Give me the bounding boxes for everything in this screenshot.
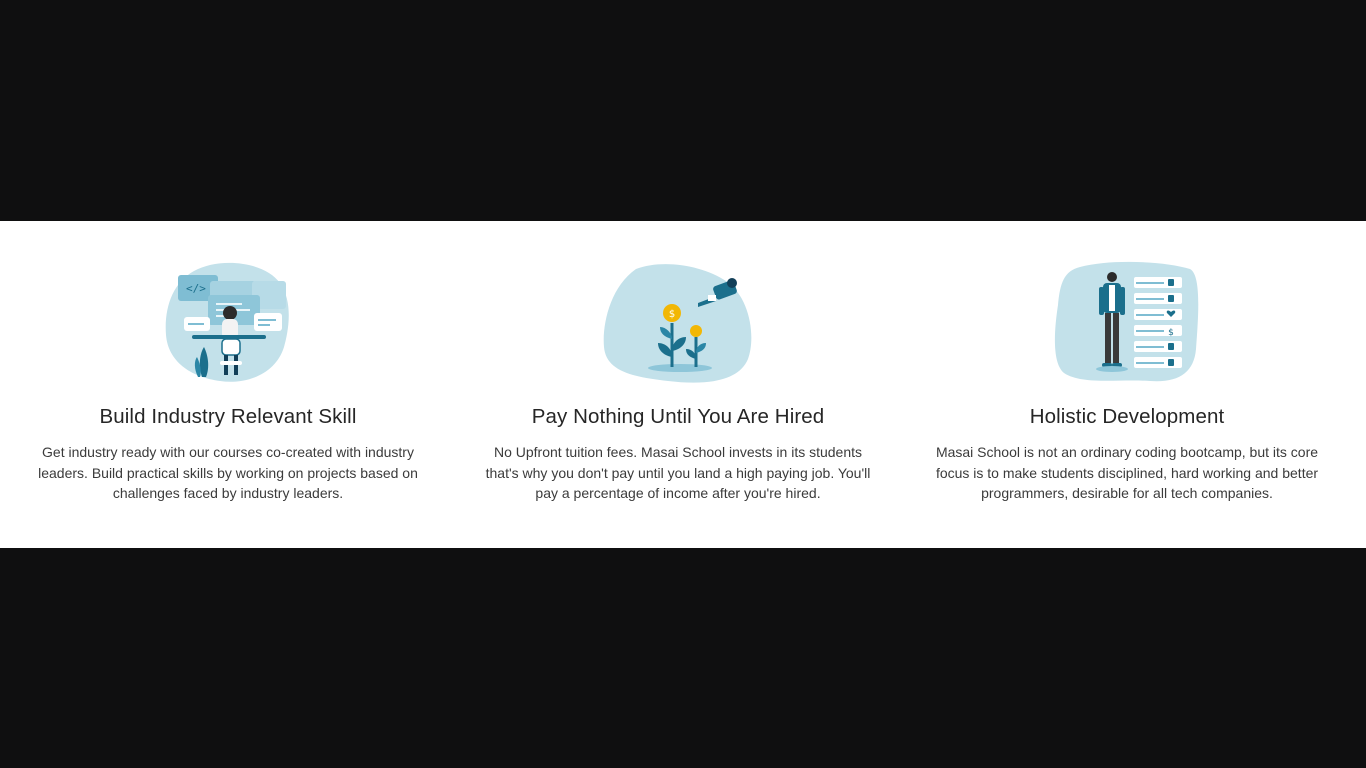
coin-symbol-text: $ (669, 309, 675, 320)
feature-title: Build Industry Relevant Skill (99, 405, 357, 428)
developer-illustration: </> (164, 261, 292, 385)
feature-title: Pay Nothing Until You Are Hired (531, 405, 825, 428)
feature-card-pay: $ Pay Nothing Until You Are Hired No Upf… (480, 221, 876, 548)
money-plant-illustration: $ (602, 261, 754, 385)
feature-description: No Upfront tuition fees. Masai School in… (485, 444, 871, 501)
features-section: </> Build Industry Relevant Skill Get in… (0, 221, 1366, 548)
feature-card-skill: </> Build Industry Relevant Skill Get in… (34, 221, 422, 548)
feature-description: Masai School is not an ordinary coding b… (935, 444, 1319, 501)
code-tag-text: </> (186, 282, 206, 295)
skills-checklist-illustration: $ (1054, 261, 1200, 385)
feature-card-holistic: $ Holistic Development Masai School is n… (930, 221, 1324, 548)
top-dark-band (0, 0, 1366, 221)
feature-title: Holistic Development (1029, 405, 1225, 428)
bottom-dark-band (0, 548, 1366, 768)
dollar-symbol-text: $ (1168, 328, 1174, 338)
feature-description: Get industry ready with our courses co-c… (38, 444, 418, 501)
